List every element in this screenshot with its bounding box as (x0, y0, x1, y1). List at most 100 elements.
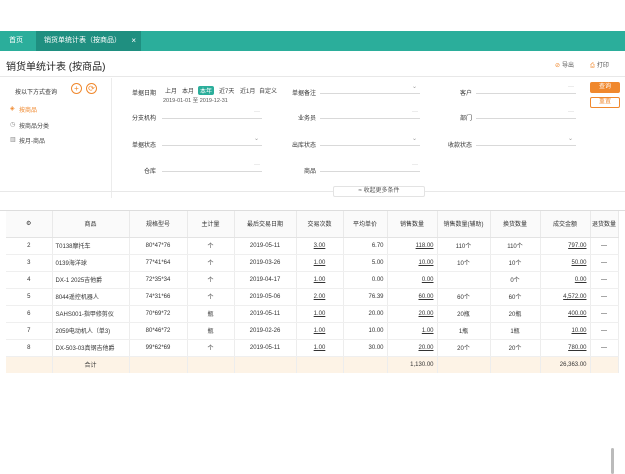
qty-link-text[interactable]: 60.00 (418, 294, 433, 300)
date-option-last-month[interactable]: 上月 (165, 86, 177, 95)
table-row[interactable]: 5 8044遥控机器人 74*31*66 个 2019-05-06 2.00 76.39 60… (6, 288, 619, 306)
column-spec[interactable]: 规格型号 (129, 211, 188, 238)
salesman-field[interactable]: ··· (320, 109, 420, 119)
tab-sales-stats-by-goods[interactable]: 销货单统计表（按商品） × (36, 31, 141, 51)
column-goods[interactable]: 商品 (52, 211, 130, 238)
qty-link-text[interactable]: 0.00 (422, 277, 434, 283)
warehouse-field[interactable]: ··· (162, 162, 262, 172)
amount-link-text[interactable]: 780.00 (568, 345, 586, 351)
column-qty-aux[interactable]: 销售数量(辅助) (437, 211, 491, 238)
sidebar-item-by-goods-category[interactable]: ◷ 按商品分类 (10, 121, 49, 130)
column-trades[interactable]: 交易次数 (296, 211, 344, 238)
date-option-this-year[interactable]: 本年 (198, 86, 215, 95)
return-cell: — (590, 288, 619, 306)
amount-link[interactable]: 50.00 (540, 254, 591, 272)
column-amount[interactable]: 成交金额 (540, 211, 591, 238)
trades-link[interactable]: 1.00 (296, 322, 344, 340)
qty-link-text[interactable]: 20.00 (418, 311, 433, 317)
amount-link-text[interactable]: 4,572.00 (563, 294, 586, 300)
column-avg-price[interactable]: 平均单价 (343, 211, 388, 238)
print-icon: ⎙ (590, 63, 595, 69)
amount-link-text[interactable]: 797.00 (568, 243, 586, 249)
doc-remark-select[interactable]: ⌄ (320, 84, 420, 94)
export-button[interactable]: ⊘ 导出 (555, 60, 574, 69)
department-field[interactable]: ··· (476, 109, 576, 119)
reset-button[interactable]: 重置 (590, 97, 620, 108)
trades-link-text[interactable]: 1.00 (314, 328, 326, 334)
customer-field[interactable]: ··· (476, 84, 576, 94)
add-query-button[interactable]: + (71, 83, 82, 94)
trades-link-text[interactable]: 2.00 (314, 294, 326, 300)
payment-status-select[interactable]: ⌄ (476, 136, 576, 146)
amount-link[interactable]: 797.00 (540, 237, 591, 255)
goods-field[interactable]: ··· (320, 162, 420, 172)
qty-link-text[interactable]: 10.00 (418, 260, 433, 266)
unit-cell: 瓶 (187, 305, 235, 323)
trades-link-text[interactable]: 1.00 (314, 260, 326, 266)
amount-link[interactable]: 4,572.00 (540, 288, 591, 306)
trades-link[interactable]: 1.00 (296, 305, 344, 323)
column-qty[interactable]: 销售数量 (387, 211, 438, 238)
close-icon[interactable]: × (131, 31, 136, 51)
vertical-scrollbar[interactable] (611, 448, 614, 474)
date-range[interactable]: 2019-01-01 至 2019-12-31 (163, 96, 228, 104)
column-last-date[interactable]: 最后交易日期 (234, 211, 297, 238)
goods-cell: T0138摩托车 (52, 237, 130, 255)
column-unit[interactable]: 主计量 (187, 211, 235, 238)
qty-link[interactable]: 118.00 (387, 237, 438, 255)
column-settings-icon[interactable]: ⚙ (6, 211, 53, 238)
qty-link[interactable]: 10.00 (387, 254, 438, 272)
amount-link[interactable]: 0.00 (540, 271, 591, 289)
amount-link[interactable]: 400.00 (540, 305, 591, 323)
column-exchange[interactable]: 换货数量 (490, 211, 541, 238)
date-option-last-month-range[interactable]: 近1月 (240, 86, 255, 95)
qty-link-text[interactable]: 1.00 (422, 328, 434, 334)
amount-link-text[interactable]: 10.00 (571, 328, 586, 334)
qty-link-text[interactable]: 20.00 (418, 345, 433, 351)
qty-link-text[interactable]: 118.00 (416, 243, 434, 249)
amount-link-text[interactable]: 0.00 (575, 277, 587, 283)
doc-status-select[interactable]: ⌄ (162, 136, 262, 146)
outbound-status-select[interactable]: ⌄ (320, 136, 420, 146)
query-button[interactable]: 查询 (590, 82, 620, 93)
qty-link[interactable]: 20.00 (387, 305, 438, 323)
date-option-last-7-days[interactable]: 近7天 (219, 86, 234, 95)
table-row[interactable]: 3 0139海洋球 77*41*64 个 2019-03-26 1.00 5.00 10.00… (6, 254, 619, 272)
last-date-cell: 2019-05-06 (234, 288, 297, 306)
qty-link[interactable]: 20.00 (387, 339, 438, 357)
print-button[interactable]: ⎙ 打印 (590, 60, 609, 70)
table-row[interactable]: 2 T0138摩托车 80*47*76 个 2019-05-11 3.00 6.70 118.… (6, 237, 619, 255)
table-row[interactable]: 6 SAHS001-指甲修剪仪 70*69*72 瓶 2019-05-11 1.00 20.… (6, 305, 619, 323)
trades-link[interactable]: 1.00 (296, 271, 344, 289)
table-row[interactable]: 8 DX-503-03真钢吉他爵 99*62*69 个 2019-05-11 1.00 30… (6, 339, 619, 357)
trades-link-text[interactable]: 1.00 (314, 311, 326, 317)
qty-link[interactable]: 60.00 (387, 288, 438, 306)
trades-link[interactable]: 1.00 (296, 254, 344, 272)
tab-home[interactable]: 首页 (9, 31, 23, 51)
column-return[interactable]: 退货数量 (590, 211, 619, 238)
amount-link[interactable]: 780.00 (540, 339, 591, 357)
last-date-cell: 2019-02-26 (234, 322, 297, 340)
trades-link[interactable]: 3.00 (296, 237, 344, 255)
trades-link-text[interactable]: 1.00 (314, 277, 326, 283)
branch-field[interactable]: ··· (162, 109, 262, 119)
trades-link-text[interactable]: 3.00 (314, 243, 326, 249)
sidebar-item-by-month-goods[interactable]: ▥ 按月-商品 (10, 136, 45, 145)
sidebar-item-by-goods[interactable]: ◈ 按商品 (10, 105, 37, 114)
goods-cell: SAHS001-指甲修剪仪 (52, 305, 130, 323)
trades-link[interactable]: 2.00 (296, 288, 344, 306)
refresh-button[interactable]: ⟳ (86, 83, 97, 94)
qty-link[interactable]: 1.00 (387, 322, 438, 340)
qty-link[interactable]: 0.00 (387, 271, 438, 289)
total-empty-cell (343, 356, 388, 373)
date-option-this-month[interactable]: 本月 (182, 86, 194, 95)
collapse-filters-button[interactable]: ≈ 收起更多条件 (333, 186, 425, 197)
table-row[interactable]: 4 DX-1 2025吉他爵 72*35*34 个 2019-04-17 1.00 0.00… (6, 271, 619, 289)
amount-link-text[interactable]: 50.00 (571, 260, 586, 266)
table-row[interactable]: 7 2059电动机人（单3) 80*46*72 瓶 2019-02-26 1.00 10.0… (6, 322, 619, 340)
trades-link[interactable]: 1.00 (296, 339, 344, 357)
amount-link[interactable]: 10.00 (540, 322, 591, 340)
date-option-custom[interactable]: 自定义 (259, 86, 277, 95)
trades-link-text[interactable]: 1.00 (314, 345, 326, 351)
amount-link-text[interactable]: 400.00 (568, 311, 586, 317)
